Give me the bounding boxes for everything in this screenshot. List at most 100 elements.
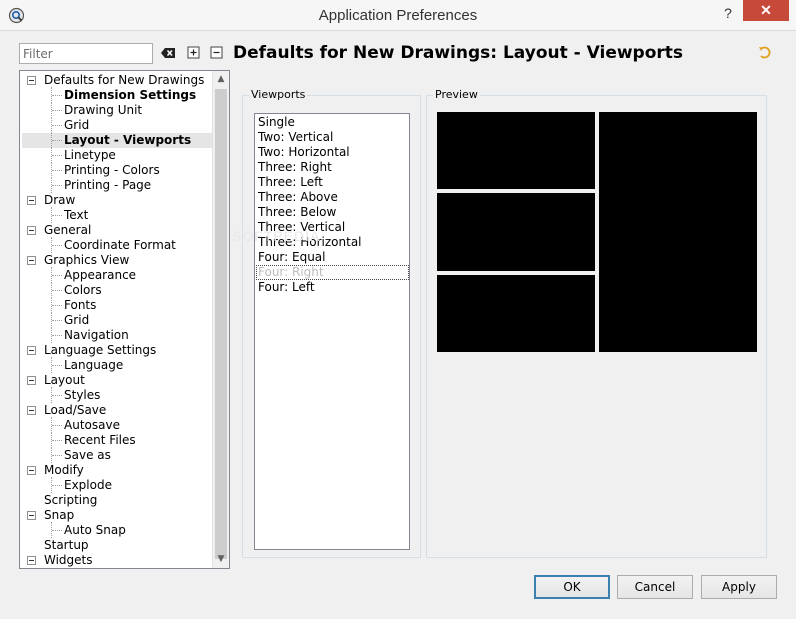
tree-item-label: Widgets <box>44 553 93 567</box>
tree-item-label: Recent Files <box>64 433 136 447</box>
collapse-toggle-icon[interactable] <box>27 256 36 265</box>
tree-item-label: Load/Save <box>44 403 107 417</box>
tree-connector <box>52 485 62 486</box>
viewport-option[interactable]: Three: Above <box>258 190 338 205</box>
viewports-group-title: Viewports <box>249 88 308 101</box>
tree-item-label: Auto Snap <box>64 523 126 537</box>
tree-item[interactable]: Layout - Viewports <box>22 132 212 148</box>
tree-item-label: Draw <box>44 193 76 207</box>
tree-item-label: Drawing Unit <box>64 103 143 117</box>
tree-connector <box>52 155 62 156</box>
viewport-option[interactable]: Four: Right <box>256 265 409 280</box>
collapse-toggle-icon[interactable] <box>27 406 36 415</box>
viewport-option[interactable]: Three: Right <box>258 160 332 175</box>
viewport-option[interactable]: Three: Left <box>258 175 323 190</box>
cancel-button[interactable]: Cancel <box>617 575 693 599</box>
tree-item-label: Dimension Settings <box>64 88 197 102</box>
viewport-option[interactable]: Four: Equal <box>258 250 326 265</box>
tree-item-label: Autosave <box>64 418 120 432</box>
viewport-option[interactable]: Two: Vertical <box>258 130 333 145</box>
tree-item-label: General <box>44 223 92 237</box>
ok-button[interactable]: OK <box>534 575 610 599</box>
filter-input[interactable] <box>19 43 153 64</box>
title-bar: Application Preferences ? ✕ <box>0 0 796 31</box>
tree-item-label: Text <box>64 208 89 222</box>
scroll-down-icon[interactable]: ▼ <box>213 551 229 568</box>
viewport-option[interactable]: Three: Vertical <box>258 220 345 235</box>
viewport-option[interactable]: Four: Left <box>258 280 315 295</box>
viewport-option[interactable]: Three: Horizontal <box>258 235 362 250</box>
tree-connector <box>52 245 62 246</box>
viewports-list[interactable]: Single Two: Vertical Two: Horizontal Three:… <box>254 113 410 550</box>
page-title: Defaults for New Drawings: Layout - View… <box>233 43 684 63</box>
tree-item-label: Linetype <box>64 148 116 162</box>
navigation-tree[interactable]: ▲ ▼ Defaults for New Drawings Dimension S… <box>19 70 230 569</box>
tree-connector <box>52 140 62 141</box>
preview-viewport-right <box>599 112 757 352</box>
collapse-toggle-icon[interactable] <box>27 376 36 385</box>
scroll-thumb[interactable] <box>215 89 227 559</box>
tree-item-label: Language Settings <box>44 343 157 357</box>
tree-connector <box>52 440 62 441</box>
tree-item-label: Navigation <box>64 328 129 342</box>
tree-item-label: Modify <box>44 463 84 477</box>
tree-item-label: Grid <box>64 118 90 132</box>
tree-scrollbar[interactable]: ▲ ▼ <box>212 71 229 568</box>
viewport-option[interactable]: Single <box>258 115 295 130</box>
tree-connector <box>52 365 62 366</box>
window-title: Application Preferences <box>318 7 478 24</box>
tree-connector <box>52 395 62 396</box>
collapse-toggle-icon[interactable] <box>27 466 36 475</box>
expand-all-icon[interactable] <box>186 45 202 61</box>
tree-item-label: Colors <box>64 283 102 297</box>
tree-item-label: Printing - Colors <box>64 163 160 177</box>
clear-filter-icon[interactable] <box>160 45 176 61</box>
preview-viewport-middle-left <box>437 193 595 271</box>
tree-item-label: Grid <box>64 313 90 327</box>
tree-connector <box>52 530 62 531</box>
tree-item-label: Layout - Viewports <box>64 133 192 147</box>
tree-item-label: Defaults for New Drawings <box>44 73 205 87</box>
tree-connector <box>52 95 62 96</box>
collapse-toggle-icon[interactable] <box>27 346 36 355</box>
tree-item-label: Explode <box>64 478 112 492</box>
collapse-toggle-icon[interactable] <box>27 196 36 205</box>
tree-item-label: Graphics View <box>44 253 130 267</box>
tree-connector <box>52 335 62 336</box>
tree-item-label: Fonts <box>64 298 97 312</box>
tree-connector <box>52 170 62 171</box>
close-button[interactable]: ✕ <box>743 0 789 21</box>
tree-connector <box>52 290 62 291</box>
tree-item-label: Language <box>64 358 124 372</box>
tree-connector <box>52 275 62 276</box>
tree-connector <box>52 320 62 321</box>
tree-item-label: Snap <box>44 508 75 522</box>
tree-connector <box>52 455 62 456</box>
tree-connector <box>52 110 62 111</box>
preview-viewport-bottom-left <box>437 275 595 352</box>
tree-item-label: Appearance <box>64 268 137 282</box>
tree-connector <box>52 185 62 186</box>
tree-item-label: Layout <box>44 373 85 387</box>
tree-item-label: Coordinate Format <box>64 238 176 252</box>
tree-item-label: Startup <box>44 538 89 552</box>
scroll-up-icon[interactable]: ▲ <box>213 71 229 88</box>
tree-connector <box>52 305 62 306</box>
tree-connector <box>52 215 62 216</box>
collapse-toggle-icon[interactable] <box>27 76 36 85</box>
collapse-all-icon[interactable] <box>209 45 225 61</box>
collapse-toggle-icon[interactable] <box>27 556 36 565</box>
collapse-toggle-icon[interactable] <box>27 226 36 235</box>
collapse-toggle-icon[interactable] <box>27 511 36 520</box>
tree-item-label: Printing - Page <box>64 178 152 192</box>
apply-button[interactable]: Apply <box>701 575 777 599</box>
viewport-option[interactable]: Two: Horizontal <box>258 145 350 160</box>
viewport-option[interactable]: Three: Below <box>258 205 336 220</box>
reset-icon[interactable] <box>758 46 772 60</box>
tree-connector <box>52 125 62 126</box>
preview-group-title: Preview <box>433 88 480 101</box>
help-button[interactable]: ? <box>716 3 740 23</box>
tree-item-label: Scripting <box>44 493 98 507</box>
tree-connector <box>52 425 62 426</box>
tree-item-label: Save as <box>64 448 111 462</box>
